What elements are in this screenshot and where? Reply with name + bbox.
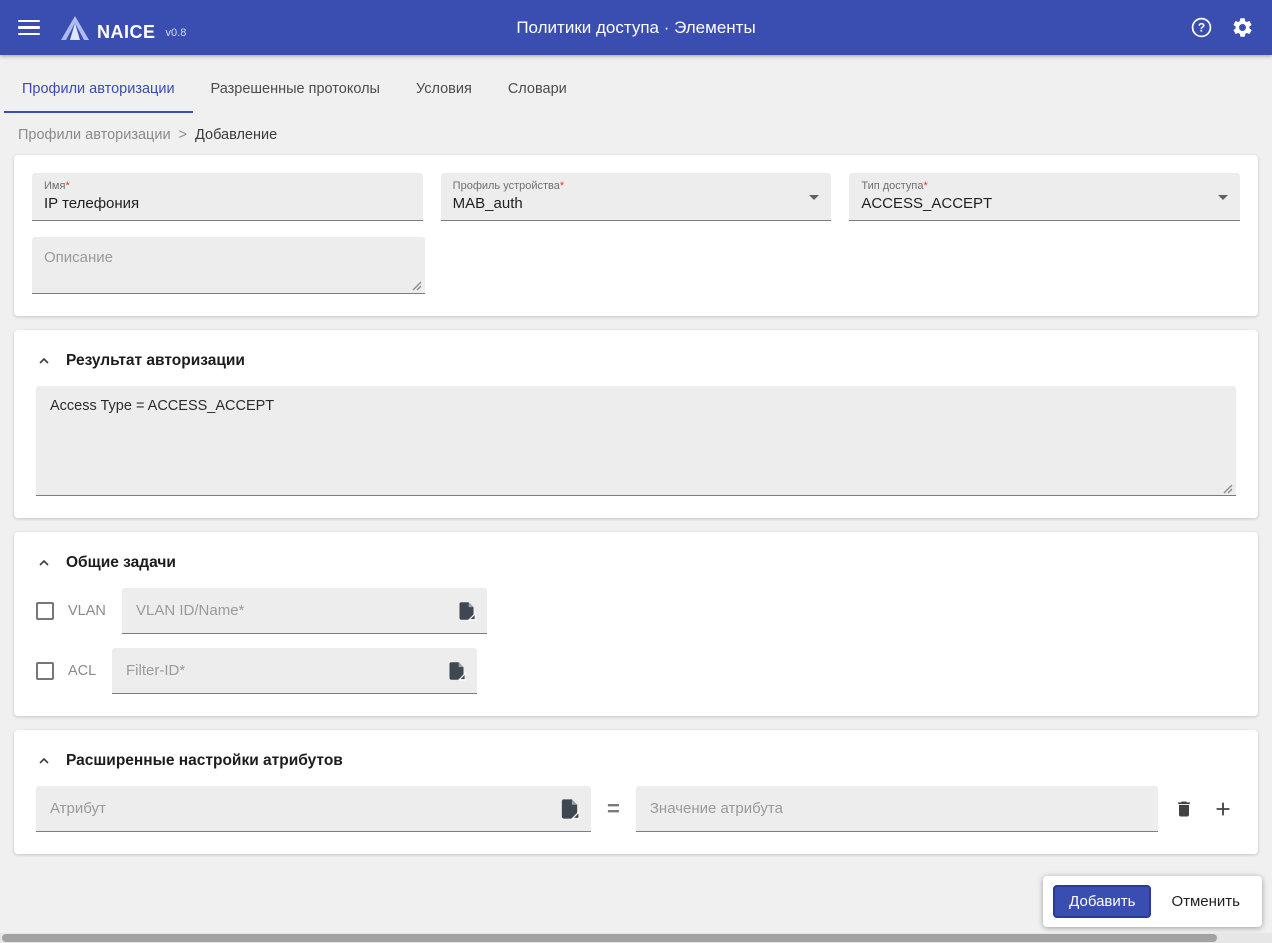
filter-id-input[interactable] — [112, 662, 477, 680]
name-field-label: Имя* — [44, 180, 70, 192]
access-type-select[interactable] — [861, 193, 1229, 214]
attribute-input[interactable] — [36, 800, 591, 818]
pick-from-list-icon[interactable] — [446, 660, 467, 681]
required-asterisk: * — [923, 180, 928, 192]
collapse-chevron-icon[interactable] — [36, 555, 52, 571]
breadcrumb-current: Добавление — [195, 127, 278, 143]
common-tasks-card: Общие задачи VLAN ACL — [14, 532, 1258, 717]
section-title: Расширенные настройки атрибутов — [66, 752, 343, 770]
page-title: Политики доступа · Элементы — [516, 17, 756, 37]
common-tasks-header[interactable]: Общие задачи — [36, 554, 1236, 572]
attribute-value-input[interactable] — [635, 800, 1158, 818]
trash-icon — [1178, 801, 1190, 817]
tab-dictionaries[interactable]: Словари — [490, 63, 585, 113]
submit-button[interactable]: Добавить — [1053, 885, 1152, 918]
advanced-attributes-card: Расширенные настройки атрибутов = — [14, 730, 1258, 855]
tab-conditions[interactable]: Условия — [398, 63, 490, 113]
app-name: NAICE — [97, 21, 156, 42]
settings-gear-icon[interactable] — [1231, 16, 1254, 39]
equals-sign: = — [607, 796, 620, 822]
device-profile-label: Профиль устройства* — [452, 180, 565, 192]
form-action-bar: Добавить Отменить — [1043, 876, 1262, 927]
pick-from-list-icon[interactable] — [558, 797, 581, 820]
required-asterisk: * — [559, 180, 565, 192]
collapse-chevron-icon[interactable] — [36, 353, 52, 369]
add-attribute-button[interactable] — [1210, 796, 1236, 822]
breadcrumb-separator: > — [178, 127, 188, 143]
section-title: Результат авторизации — [66, 352, 245, 370]
attribute-value-wrap — [635, 786, 1158, 833]
attribute-row: = — [36, 786, 1236, 833]
hamburger-menu-icon[interactable] — [18, 19, 40, 36]
access-type-field[interactable]: Тип доступа* — [849, 173, 1241, 222]
name-input[interactable] — [44, 193, 411, 214]
breadcrumb: Профили авторизации > Добавление — [0, 113, 1272, 155]
vlan-label: VLAN — [68, 603, 106, 620]
access-type-label: Тип доступа* — [861, 180, 928, 192]
tab-authorization-profiles[interactable]: Профили авторизации — [4, 63, 193, 113]
horizontal-scrollbar — [0, 933, 1272, 943]
dropdown-arrow-icon[interactable] — [1218, 194, 1229, 200]
vlan-checkbox[interactable] — [36, 602, 54, 621]
plus-icon — [1216, 802, 1230, 816]
cancel-button[interactable]: Отменить — [1159, 887, 1252, 916]
authorization-result-textarea[interactable]: Access Type = ACCESS_ACCEPT — [36, 386, 1236, 497]
horizontal-scrollbar-thumb[interactable] — [2, 934, 1217, 942]
device-profile-select[interactable] — [452, 193, 820, 214]
tab-bar: Профили авторизации Разрешенные протокол… — [0, 63, 1272, 113]
acl-input-wrap — [112, 648, 477, 695]
dropdown-arrow-icon[interactable] — [809, 194, 820, 200]
acl-checkbox[interactable] — [36, 662, 54, 681]
section-title: Общие задачи — [66, 554, 176, 572]
collapse-chevron-icon[interactable] — [36, 753, 52, 769]
vlan-id-input[interactable] — [122, 602, 487, 620]
app-header: NAICE v0.8 Политики доступа · Элементы ? — [0, 0, 1272, 55]
required-asterisk: * — [65, 180, 70, 192]
tab-allowed-protocols[interactable]: Разрешенные протоколы — [193, 63, 398, 113]
device-profile-field[interactable]: Профиль устройства* — [440, 173, 832, 222]
attribute-input-wrap — [36, 786, 591, 833]
app-version: v0.8 — [165, 27, 187, 40]
svg-text:?: ? — [1198, 21, 1205, 35]
acl-task-row: ACL — [36, 648, 1236, 695]
description-textarea[interactable] — [44, 243, 413, 284]
vlan-input-wrap — [122, 588, 487, 635]
name-field[interactable]: Имя* — [32, 173, 423, 222]
app-logo: NAICE v0.8 — [60, 15, 186, 41]
acl-label: ACL — [68, 663, 97, 680]
main-form-card: Имя* Профиль устройства* Тип доступа* — [14, 155, 1258, 317]
pick-from-list-icon[interactable] — [456, 600, 477, 621]
help-icon[interactable]: ? — [1190, 16, 1213, 39]
breadcrumb-root[interactable]: Профили авторизации — [18, 127, 171, 143]
delete-attribute-button[interactable] — [1172, 797, 1196, 821]
vlan-task-row: VLAN — [36, 588, 1236, 635]
authorization-result-header[interactable]: Результат авторизации — [36, 352, 1236, 370]
description-field[interactable] — [32, 237, 425, 295]
authorization-result-card: Результат авторизации Access Type = ACCE… — [14, 330, 1258, 519]
app-logo-icon — [61, 15, 89, 40]
advanced-attributes-header[interactable]: Расширенные настройки атрибутов — [36, 752, 1236, 770]
